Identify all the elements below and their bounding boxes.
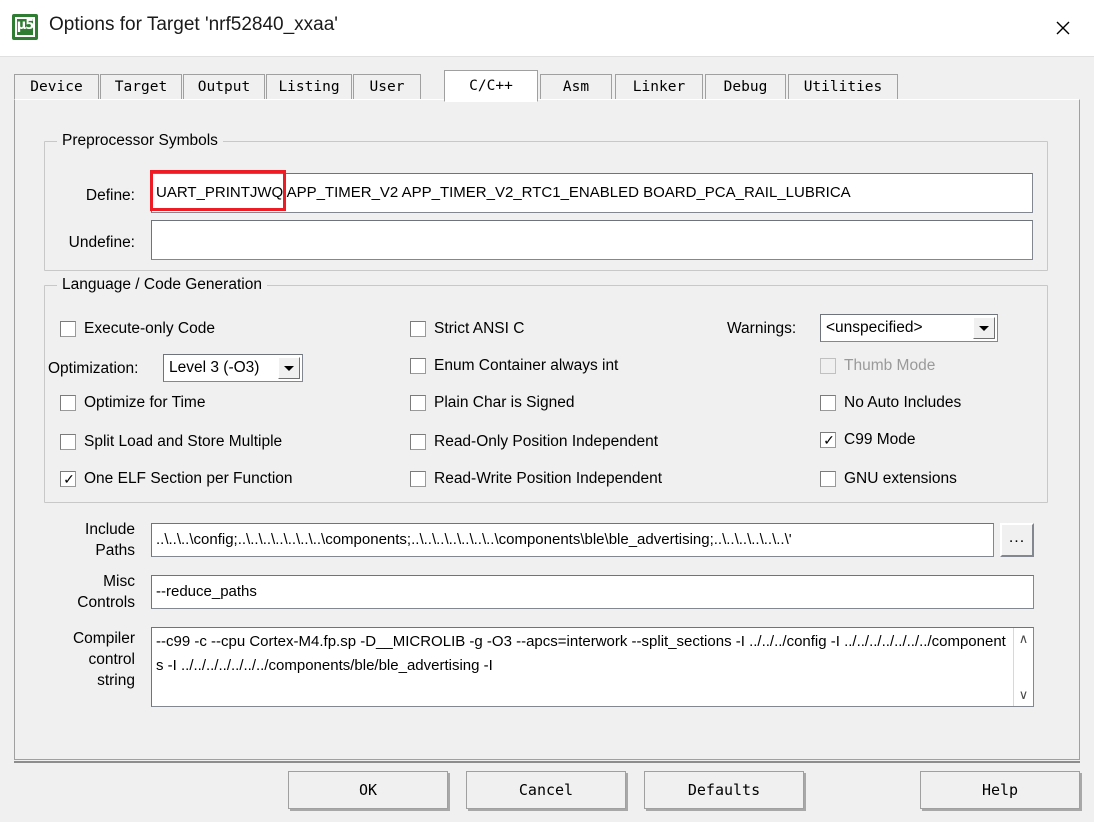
tab-user[interactable]: User (353, 74, 421, 100)
optimization-select[interactable]: Level 3 (-O3) (163, 354, 303, 382)
checkbox-strict-ansi-c-box[interactable] (410, 321, 426, 337)
checkbox-execute-only-code-label: Execute-only Code (84, 320, 215, 337)
checkbox-one-elf-section-per-function-label: One ELF Section per Function (84, 470, 293, 487)
footer-separator (14, 761, 1080, 763)
optimization-value: Level 3 (-O3) (169, 359, 260, 376)
tab-output[interactable]: Output (183, 74, 265, 100)
checkbox-read-only-position-independent-box[interactable] (410, 434, 426, 450)
include-paths-input[interactable]: ..\..\..\config;..\..\..\..\..\..\..\com… (151, 523, 994, 557)
checkbox-read-write-position-independent-box[interactable] (410, 471, 426, 487)
checkbox-optimize-for-time-label: Optimize for Time (84, 394, 206, 411)
tab-listing[interactable]: Listing (266, 74, 352, 100)
compiler-control-string-label-line1: Compiler (72, 630, 135, 647)
cancel-button[interactable]: Cancel (466, 771, 626, 809)
misc-controls-label-line2: Controls (77, 594, 135, 611)
checkbox-no-auto-includes-label: No Auto Includes (844, 394, 962, 411)
compiler-control-string-value: --c99 -c --cpu Cortex-M4.fp.sp -D__MICRO… (156, 633, 1006, 674)
checkbox-gnu-extensions-box[interactable] (820, 471, 836, 487)
checkbox-plain-char-is-signed-label: Plain Char is Signed (434, 394, 575, 411)
defaults-button[interactable]: Defaults (644, 771, 804, 809)
define-input[interactable]: UART_PRINTJWQ APP_TIMER_V2 APP_TIMER_V2_… (151, 173, 1033, 213)
compiler-control-string-textarea[interactable]: --c99 -c --cpu Cortex-M4.fp.sp -D__MICRO… (151, 627, 1034, 707)
compiler-control-string-scrollbar[interactable]: ∧ ∨ (1013, 628, 1033, 706)
checkbox-split-load-and-store-multiple-label: Split Load and Store Multiple (84, 433, 283, 450)
misc-controls-label-line1: Misc (103, 573, 135, 590)
preprocessor-symbols-title: Preprocessor Symbols (57, 132, 223, 150)
options-for-target-dialog: μ5 Options for Target 'nrf52840_xxaa' De… (0, 0, 1094, 822)
checkbox-enum-container-always-int-label: Enum Container always int (434, 357, 619, 374)
checkbox-strict-ansi-c-label: Strict ANSI C (434, 320, 525, 337)
app-icon-glyph: μ5 (16, 18, 35, 33)
chevron-down-icon[interactable] (278, 357, 300, 379)
include-paths-browse-button[interactable]: ... (1000, 523, 1034, 557)
undefine-input[interactable] (151, 220, 1033, 260)
tab-asm[interactable]: Asm (540, 74, 612, 100)
checkbox-split-load-and-store-multiple-box[interactable] (60, 434, 76, 450)
misc-controls-input[interactable]: --reduce_paths (151, 575, 1034, 609)
checkbox-enum-container-always-int-box[interactable] (410, 358, 426, 374)
checkbox-thumb-mode-label: Thumb Mode (844, 357, 936, 374)
include-paths-label-line2: Paths (95, 542, 135, 559)
title-bar: μ5 Options for Target 'nrf52840_xxaa' (0, 0, 1094, 57)
tab-strip: Device Target Output Listing User C/C++ … (14, 70, 1080, 102)
warnings-label: Warnings: (727, 320, 797, 337)
checkbox-gnu-extensions-label: GNU extensions (844, 470, 957, 487)
checkbox-c99-mode-label: C99 Mode (844, 431, 916, 448)
checkbox-read-only-position-independent-label: Read-Only Position Independent (434, 433, 659, 450)
checkbox-execute-only-code-box[interactable] (60, 321, 76, 337)
checkbox-c99-mode-box[interactable]: ✓ (820, 432, 836, 448)
define-label: Define: (85, 187, 135, 204)
optimization-label: Optimization: (48, 360, 139, 377)
warnings-select[interactable]: <unspecified> (820, 314, 998, 342)
scroll-down-icon[interactable]: ∨ (1014, 686, 1033, 704)
tab-debug[interactable]: Debug (705, 74, 786, 100)
close-icon[interactable] (1046, 12, 1080, 44)
checkbox-no-auto-includes-box[interactable] (820, 395, 836, 411)
chevron-down-icon-warnings[interactable] (973, 317, 995, 339)
warnings-value: <unspecified> (826, 319, 923, 336)
include-paths-browse-label: ... (1008, 529, 1026, 546)
window-title: Options for Target 'nrf52840_xxaa' (49, 14, 338, 35)
c-cpp-tab-page: Preprocessor Symbols Define: UART_PRINTJ… (14, 99, 1080, 760)
checkbox-thumb-mode-box (820, 358, 836, 374)
tab-c-cpp[interactable]: C/C++ (444, 70, 538, 102)
compiler-control-string-label-line3: string (97, 672, 135, 689)
help-button[interactable]: Help (920, 771, 1080, 809)
keil-uvision5-icon: μ5 (12, 14, 38, 40)
checkmark-icon: ✓ (63, 471, 75, 487)
checkbox-plain-char-is-signed-box[interactable] (410, 395, 426, 411)
tab-device[interactable]: Device (14, 74, 99, 100)
scroll-up-icon[interactable]: ∧ (1014, 630, 1033, 648)
checkmark-icon-c99: ✓ (823, 432, 835, 448)
tab-utilities[interactable]: Utilities (788, 74, 898, 100)
checkbox-read-write-position-independent-label: Read-Write Position Independent (434, 470, 663, 487)
undefine-label: Undefine: (68, 234, 135, 251)
compiler-control-string-label-line2: control (88, 651, 135, 668)
language-code-generation-title: Language / Code Generation (57, 276, 267, 294)
tab-linker[interactable]: Linker (615, 74, 703, 100)
checkbox-one-elf-section-per-function-box[interactable]: ✓ (60, 471, 76, 487)
checkbox-optimize-for-time-box[interactable] (60, 395, 76, 411)
tab-target[interactable]: Target (100, 74, 182, 100)
include-paths-label-line1: Include (85, 521, 135, 538)
ok-button[interactable]: OK (288, 771, 448, 809)
